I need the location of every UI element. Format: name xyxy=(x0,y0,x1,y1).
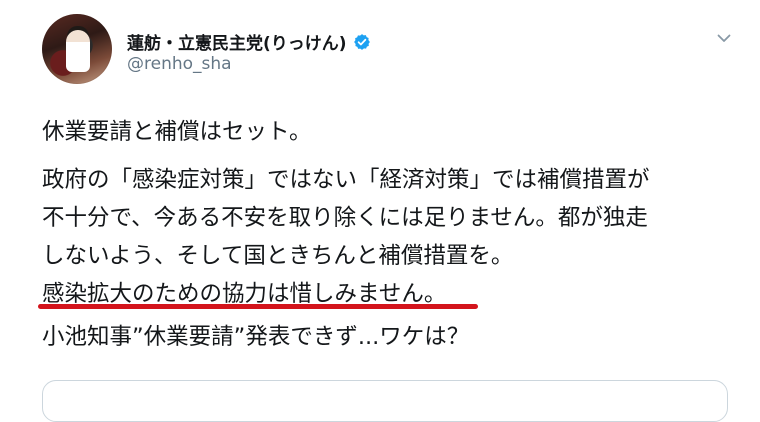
tweet-headline: 休業要請と補償はセット。 xyxy=(42,119,312,145)
author-name-row: 蓮舫・立憲民主党(りっけん) xyxy=(127,29,371,54)
chevron-down-icon[interactable] xyxy=(716,30,732,46)
red-highlight-underline xyxy=(38,304,478,309)
tweet: 蓮舫・立憲民主党(りっけん) @renho_sha 休業要請と補償はセット。 政… xyxy=(0,0,760,422)
author-handle[interactable]: @renho_sha xyxy=(127,54,232,74)
author-display-name[interactable]: 蓮舫・立憲民主党(りっけん) xyxy=(127,29,347,54)
author-avatar[interactable] xyxy=(42,14,112,84)
avatar-figure-shape xyxy=(66,30,90,72)
tweet-quote-title[interactable]: 小池知事”休業要請”発表できず...ワケは？ xyxy=(42,318,742,356)
tweet-paragraph: 政府の「感染症対策」ではない「経済対策」では補償措置が 不十分で、今ある不安を取… xyxy=(42,161,742,313)
tweet-paragraph-line: 不十分で、今ある不安を取り除くには足りません。都が独走 xyxy=(42,205,648,231)
tweet-paragraph-line: 政府の「感染症対策」ではない「経済対策」では補償措置が xyxy=(42,167,650,193)
tweet-paragraph-line: しないよう、そして国ときちんと補償措置を。 xyxy=(42,243,514,269)
link-preview-card[interactable] xyxy=(42,380,728,422)
verified-badge-icon xyxy=(353,33,370,50)
